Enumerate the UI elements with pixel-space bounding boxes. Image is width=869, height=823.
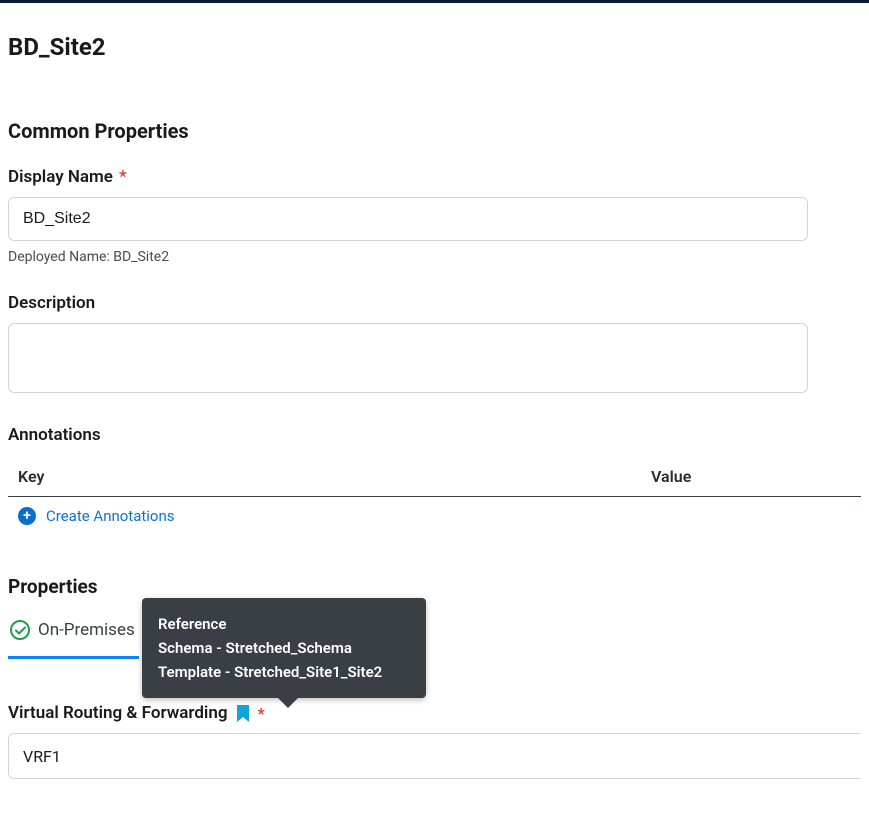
description-label-text: Description [8, 293, 95, 313]
display-name-label: Display Name * [8, 167, 861, 187]
common-properties-heading: Common Properties [0, 61, 869, 167]
reference-tooltip: Reference Schema - Stretched_Schema Temp… [142, 598, 426, 698]
properties-tab-row: On-Premises [0, 620, 869, 659]
vrf-select[interactable]: VRF1 [8, 733, 860, 779]
create-annotations-label: Create Annotations [46, 507, 175, 525]
create-annotations-button[interactable]: + Create Annotations [8, 497, 183, 525]
vrf-select-value: VRF1 [23, 747, 61, 766]
display-name-label-text: Display Name [8, 167, 113, 187]
annotations-header-row: Key Value [8, 459, 861, 497]
annotations-label-text: Annotations [8, 425, 101, 445]
description-label: Description [8, 293, 861, 313]
page-title: BD_Site2 [0, 3, 869, 61]
required-star-icon: * [258, 704, 265, 723]
display-name-input[interactable] [8, 197, 808, 241]
annotations-col-value: Value [651, 467, 851, 486]
tooltip-schema-line: Schema - Stretched_Schema [158, 636, 410, 660]
plus-circle-icon: + [18, 507, 36, 525]
check-circle-icon [10, 620, 30, 640]
deployed-name-text: Deployed Name: BD_Site2 [8, 249, 861, 265]
vrf-label: Virtual Routing & Forwarding [8, 703, 228, 723]
description-input[interactable] [8, 323, 808, 393]
annotations-label: Annotations [8, 425, 861, 445]
tab-on-premises-label: On-Premises [38, 620, 135, 640]
required-star-icon: * [119, 167, 127, 187]
tooltip-template-line: Template - Stretched_Site1_Site2 [158, 660, 410, 684]
annotations-table: Key Value + Create Annotations [0, 459, 869, 525]
bookmark-icon [236, 705, 250, 722]
annotations-col-key: Key [18, 467, 651, 486]
tab-on-premises[interactable]: On-Premises [8, 620, 139, 659]
tooltip-title: Reference [158, 612, 410, 636]
properties-heading: Properties [0, 525, 869, 620]
